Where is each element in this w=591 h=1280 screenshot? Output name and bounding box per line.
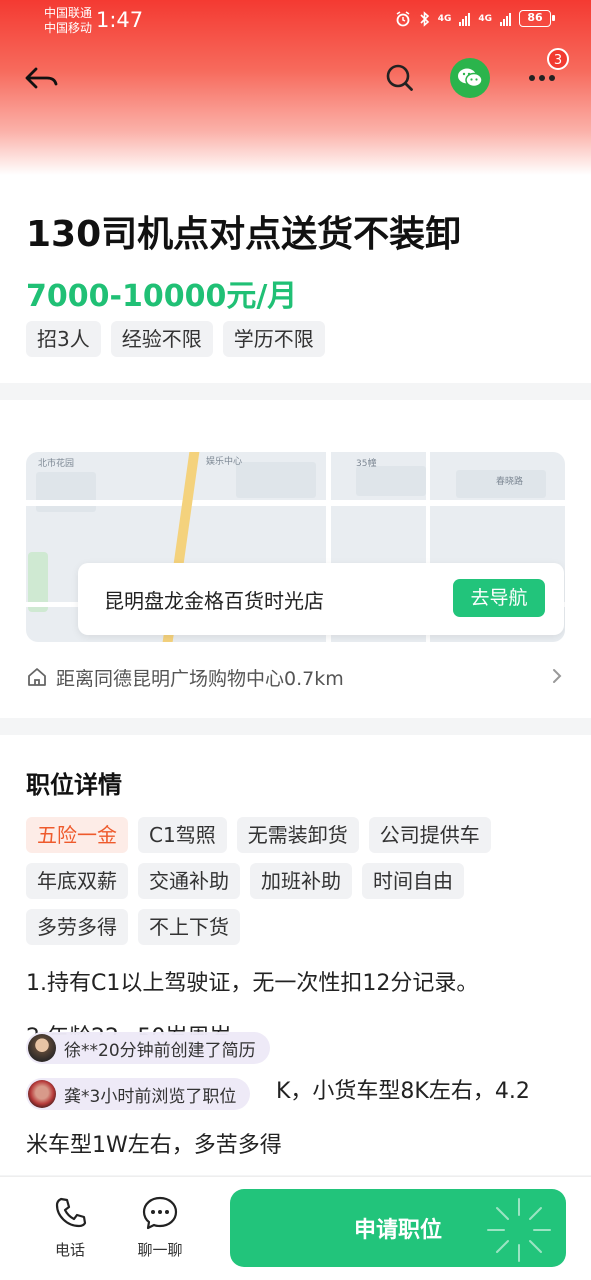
signal-icon-1 — [459, 12, 471, 26]
bottom-action-bar: 电话 聊一聊 申请职位 — [0, 1176, 591, 1280]
chat-label: 聊一聊 — [137, 1241, 183, 1259]
salary: 7000-10000元/月 — [26, 279, 298, 314]
distance-text: 距离同德昆明广场购物中心0.7km — [56, 667, 344, 690]
carrier-1: 中国联通 — [44, 6, 93, 20]
benefit-tag: 公司提供车 — [368, 817, 491, 853]
benefit-tag: 交通补助 — [138, 863, 240, 899]
status-bar: 中国联通 中国移动 1:47 4G 4G 86 — [0, 0, 591, 40]
requirement-tags: 招3人 经验不限 学历不限 — [26, 321, 325, 357]
toast-text: 龚*3小时前浏览了职位 — [64, 1086, 237, 1107]
sparkle-icon — [487, 1198, 551, 1262]
benefit-tag: 年底双薪 — [26, 863, 128, 899]
back-button[interactable] — [22, 58, 62, 98]
activity-toast: 徐**20分钟前创建了简历 — [26, 1032, 270, 1064]
avatar — [28, 1080, 56, 1108]
network-type-1: 4G — [437, 13, 452, 24]
benefit-tag: 不上下货 — [138, 909, 240, 945]
apply-label: 申请职位 — [353, 1218, 442, 1243]
job-title: 130司机点对点送货不装卸 — [26, 214, 462, 255]
distance-row[interactable]: 距离同德昆明广场购物中心0.7km — [26, 662, 565, 692]
benefit-tag: 多劳多得 — [26, 909, 128, 945]
apply-button[interactable]: 申请职位 — [230, 1189, 566, 1267]
location-card: 北市花园 娱乐中心 35幢 春晓路 年1酒店 全嘉时装中心 昆明广场 昆明盘龙金… — [0, 400, 591, 718]
home-icon — [28, 668, 46, 686]
benefit-tag-hot: 五险一金 — [26, 817, 128, 853]
bluetooth-icon — [420, 10, 429, 27]
benefit-tag: 加班补助 — [250, 863, 352, 899]
requirement-tag: 招3人 — [26, 321, 101, 357]
detail-heading: 职位详情 — [26, 771, 122, 799]
benefit-tag: C1驾照 — [138, 817, 227, 853]
benefit-tag: 时间自由 — [362, 863, 464, 899]
chevron-right-icon — [553, 669, 562, 683]
phone-label: 电话 — [54, 1241, 85, 1259]
location-map[interactable]: 北市花园 娱乐中心 35幢 春晓路 年1酒店 全嘉时装中心 昆明广场 昆明盘龙金… — [26, 452, 565, 642]
search-button[interactable] — [380, 58, 420, 98]
carrier-labels: 中国联通 中国移动 — [44, 6, 92, 36]
carrier-2: 中国移动 — [44, 21, 93, 35]
phone-icon — [55, 1197, 87, 1228]
description-line: 1.持有C1以上驾驶证，无一次性扣12分记录。 — [26, 971, 479, 996]
activity-toast: 龚*3小时前浏览了职位 — [26, 1078, 251, 1110]
avatar — [28, 1034, 56, 1062]
phone-button[interactable]: 电话 — [35, 1195, 105, 1260]
alarm-icon — [396, 10, 410, 26]
description-line: K，小货车型8K左右，4.2 — [276, 1079, 530, 1104]
status-icons: 4G 4G 86 — [395, 10, 555, 27]
wechat-share-button[interactable] — [450, 58, 490, 98]
requirement-tag: 经验不限 — [110, 321, 213, 357]
battery-icon: 86 — [519, 10, 555, 27]
navigate-button[interactable]: 去导航 — [453, 579, 545, 617]
chat-button[interactable]: 聊一聊 — [125, 1195, 195, 1260]
job-summary-card: 130司机点对点送货不装卸 7000-10000元/月 招3人 经验不限 学历不… — [0, 175, 591, 383]
search-icon — [386, 64, 413, 91]
requirement-tag: 学历不限 — [222, 321, 325, 357]
address-box: 昆明盘龙金格百货时光店 去导航 — [78, 563, 564, 635]
status-time: 1:47 — [96, 8, 144, 32]
back-arrow-icon — [25, 67, 58, 89]
chat-icon — [142, 1196, 178, 1230]
benefit-tag: 无需装卸货 — [236, 817, 359, 853]
benefit-tags: 五险一金 C1驾照 无需装卸货 公司提供车 年底双薪 交通补助 加班补助 时间自… — [26, 817, 566, 955]
network-type-2: 4G — [478, 13, 492, 24]
wechat-icon — [458, 68, 483, 88]
description-line: 米车型1W左右，多苦多得 — [26, 1133, 282, 1158]
more-icon — [529, 75, 555, 81]
signal-icon-2 — [500, 12, 511, 26]
toast-text: 徐**20分钟前创建了简历 — [64, 1040, 256, 1061]
store-name: 昆明盘龙金格百货时光店 — [104, 589, 324, 613]
notification-badge: 3 — [547, 48, 569, 70]
